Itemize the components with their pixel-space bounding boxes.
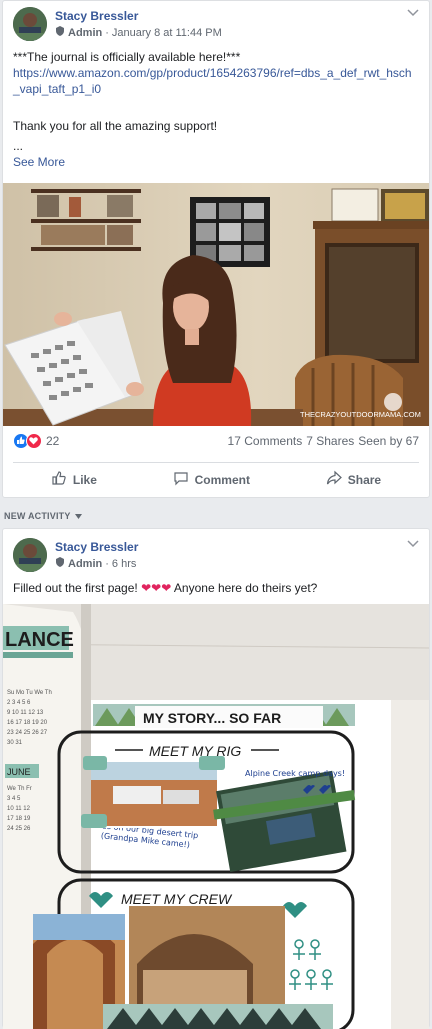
comment-bubble-icon — [173, 470, 189, 489]
share-label: Share — [347, 472, 382, 487]
new-activity-label[interactable]: NEW ACTIVITY — [4, 511, 82, 521]
meta-dot: · — [105, 26, 109, 39]
post-header: Stacy Bressler Admin · 6 hrs — [13, 538, 419, 578]
post-card-1: Stacy Bressler Admin · January 8 at 11:4… — [2, 0, 430, 498]
post-body: Filled out the first page! ❤❤❤ Anyone he… — [13, 580, 419, 596]
svg-text:Su Mo Tu We Th: Su Mo Tu We Th — [7, 690, 52, 696]
post-actions: Like Comment Share — [13, 462, 419, 496]
post-ellipsis: ... — [13, 139, 24, 153]
post-body: ***The journal is officially available h… — [13, 49, 419, 170]
svg-text:2 3 4 5 6: 2 3 4 5 6 — [7, 700, 31, 706]
role-badge: Admin — [68, 557, 103, 570]
svg-text:3 4 5: 3 4 5 — [7, 796, 21, 802]
post-link[interactable]: https://www.amazon.com/gp/product/165426… — [13, 65, 413, 97]
share-button[interactable]: Share — [326, 470, 381, 489]
love-reaction-icon — [26, 433, 42, 449]
svg-text:10 11 12: 10 11 12 — [7, 806, 31, 812]
reaction-count: 22 — [46, 434, 60, 448]
admin-shield-icon — [55, 26, 65, 39]
reactions-summary[interactable]: 22 — [13, 433, 59, 449]
post-stats: 22 17 Comments 7 Shares Seen by 67 — [13, 433, 419, 453]
post-meta: Admin · January 8 at 11:44 PM — [55, 26, 222, 39]
lance-text: LANCE — [5, 629, 74, 651]
alpine-note: Alpine Creek camp days! — [245, 769, 345, 778]
author-name[interactable]: Stacy Bressler — [55, 540, 138, 554]
comment-button[interactable]: Comment — [173, 470, 250, 489]
meta-dot: · — [105, 557, 109, 570]
see-more-link[interactable]: See More — [13, 154, 419, 170]
timestamp[interactable]: 6 hrs — [112, 558, 136, 570]
hearts-emoji: ❤❤❤ — [141, 581, 172, 595]
svg-text:23 24 25 26 27: 23 24 25 26 27 — [7, 730, 48, 736]
svg-text:We Th Fr: We Th Fr — [7, 786, 32, 792]
shares-count[interactable]: 7 Shares — [306, 434, 354, 448]
like-label: Like — [72, 472, 97, 487]
like-button[interactable]: Like — [51, 470, 97, 489]
role-badge: Admin — [68, 26, 103, 39]
svg-text:24 25 26: 24 25 26 — [7, 826, 31, 832]
svg-text:9 10 11 12 13: 9 10 11 12 13 — [7, 710, 44, 716]
svg-text:16 17 18 19 20: 16 17 18 19 20 — [7, 720, 48, 726]
watermark-logo — [384, 393, 402, 411]
post-text-before: Filled out the first page! — [13, 581, 138, 595]
post-meta: Admin · 6 hrs — [55, 557, 136, 570]
avatar[interactable] — [13, 7, 47, 41]
june-text: JUNE — [7, 767, 31, 777]
new-activity-text: NEW ACTIVITY — [4, 511, 71, 521]
caret-down-icon — [74, 511, 82, 521]
admin-shield-icon — [55, 557, 65, 570]
post-header: Stacy Bressler Admin · January 8 at 11:4… — [13, 7, 419, 47]
post-line-2: Thank you for all the amazing support! — [13, 119, 218, 133]
watermark-text: THECRAZYOUTDOORMAMA.COM — [300, 410, 421, 419]
chevron-down-icon[interactable] — [407, 9, 419, 19]
svg-text:30 31: 30 31 — [7, 740, 23, 746]
my-story-title: MY STORY... SO FAR — [143, 710, 281, 726]
chevron-down-icon[interactable] — [407, 540, 419, 550]
thumbs-up-icon — [51, 470, 67, 489]
share-arrow-icon — [326, 470, 342, 489]
post-line-1: ***The journal is officially available h… — [13, 50, 241, 64]
post-text-after: Anyone here do theirs yet? — [173, 581, 318, 595]
comment-label: Comment — [194, 472, 250, 487]
seen-by-count[interactable]: Seen by 67 — [358, 434, 419, 448]
post-card-2: Stacy Bressler Admin · 6 hrs Filled out … — [2, 528, 430, 1029]
avatar[interactable] — [13, 538, 47, 572]
meet-my-rig-title: MEET MY RIG — [149, 743, 241, 759]
author-name[interactable]: Stacy Bressler — [55, 9, 138, 23]
comments-count[interactable]: 17 Comments — [228, 434, 303, 448]
desert-note: us on our big desert trip (Grandpa Mike … — [101, 828, 199, 850]
meet-my-crew-title: MEET MY CREW — [121, 891, 233, 907]
post-photo[interactable]: THECRAZYOUTDOORMAMA.COM — [3, 183, 429, 426]
timestamp[interactable]: January 8 at 11:44 PM — [112, 27, 222, 39]
svg-text:17 18 19: 17 18 19 — [7, 816, 31, 822]
post-photo[interactable]: LANCE Su Mo Tu We Th 2 3 4 5 6 9 10 11 1… — [3, 604, 429, 1029]
